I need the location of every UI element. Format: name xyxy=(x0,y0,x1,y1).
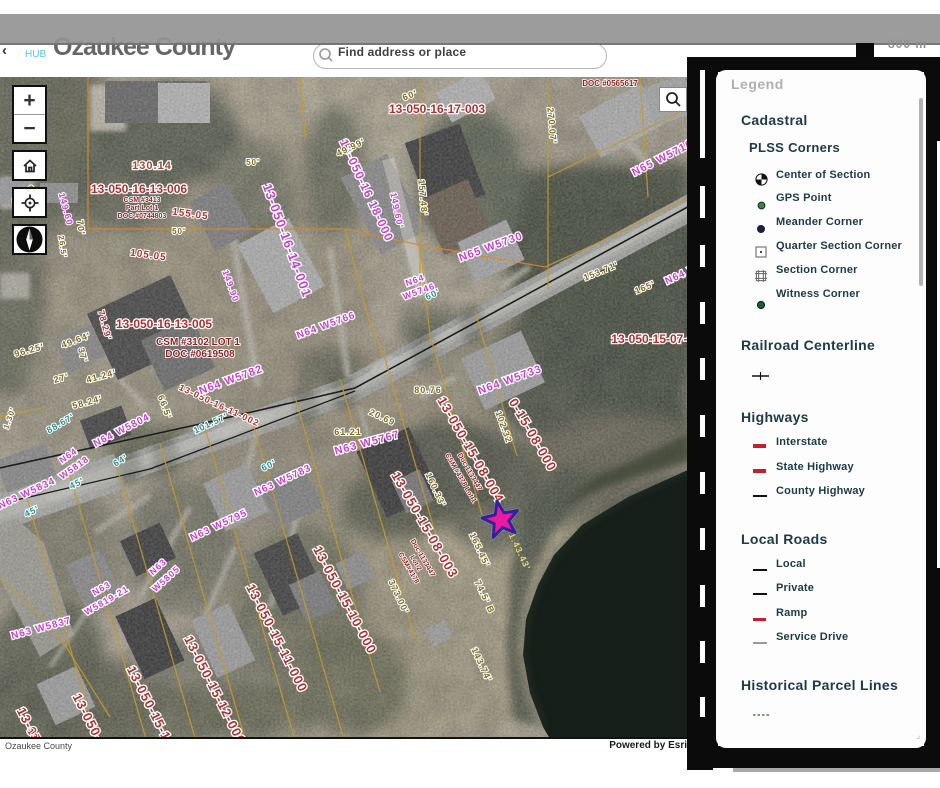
svg-text:130.14: 130.14 xyxy=(132,160,172,172)
svg-text:DOC #0619508: DOC #0619508 xyxy=(165,349,235,360)
svg-text:13-050-15-07-00: 13-050-15-07-00 xyxy=(611,332,690,346)
svg-text:CSM #3413: CSM #3413 xyxy=(124,197,161,204)
svg-text:50': 50' xyxy=(172,227,186,236)
svg-text:70': 70' xyxy=(75,219,87,235)
svg-text:DOC #0565617: DOC #0565617 xyxy=(582,79,638,88)
svg-text:13-050-16-13-006: 13-050-16-13-006 xyxy=(91,182,187,196)
svg-text:13-050-16-13-005: 13-050-16-13-005 xyxy=(116,317,212,331)
svg-text:80.76: 80.76 xyxy=(414,385,442,395)
svg-text:13-050-16-17-003: 13-050-16-17-003 xyxy=(389,102,485,116)
svg-text:DOC #0744803: DOC #0744803 xyxy=(118,213,167,220)
svg-text:Part Lot 1: Part Lot 1 xyxy=(126,205,158,212)
svg-text:61.21: 61.21 xyxy=(334,427,362,437)
svg-text:50': 50' xyxy=(246,158,260,167)
svg-text:CSM #3102 LOT 1: CSM #3102 LOT 1 xyxy=(156,337,240,348)
